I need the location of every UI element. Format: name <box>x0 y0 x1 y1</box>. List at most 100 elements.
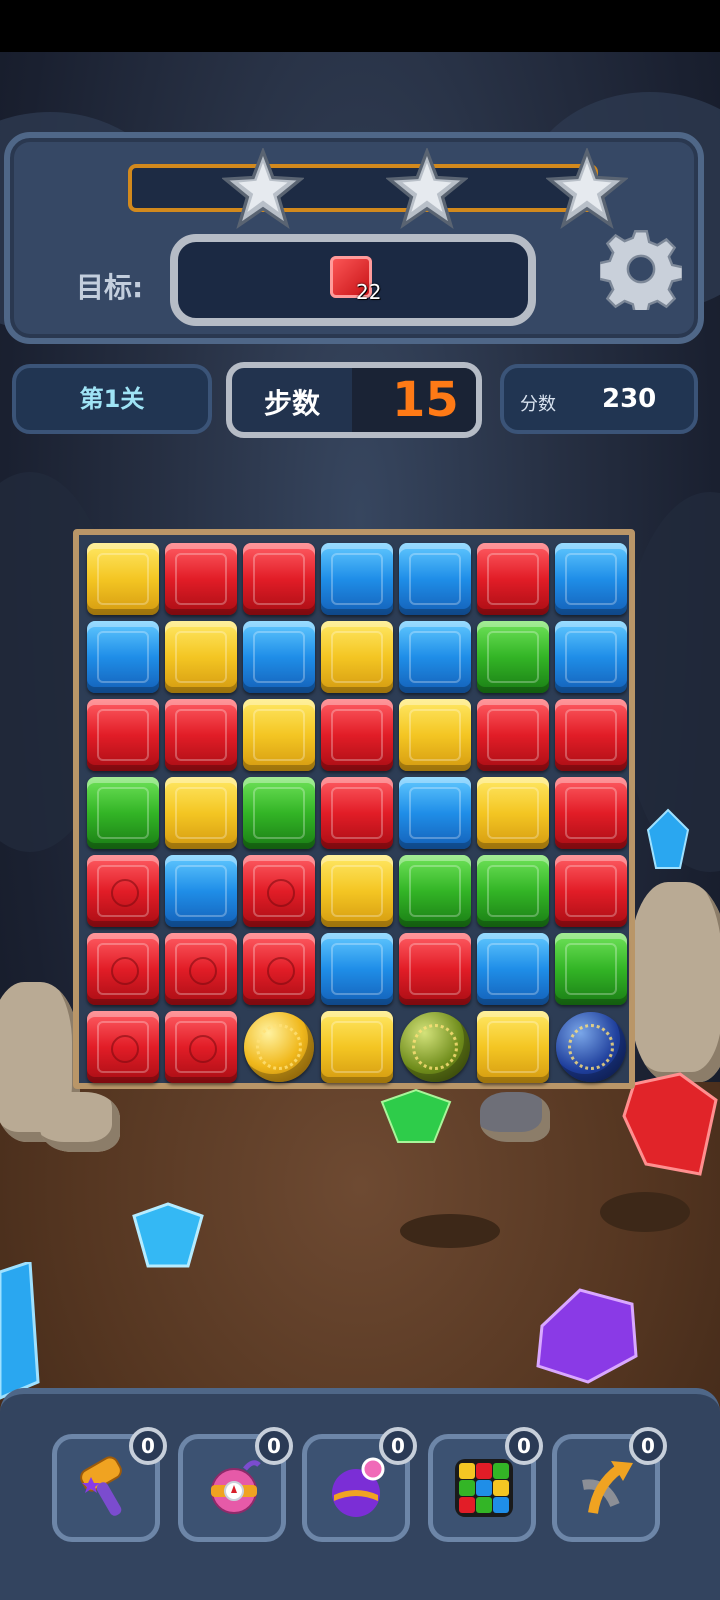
ground-hole <box>600 1192 690 1232</box>
board-cell[interactable] <box>162 852 240 930</box>
green-gem-block <box>243 777 315 849</box>
board-cell[interactable] <box>396 1008 474 1086</box>
blue-gem-block <box>87 621 159 693</box>
board-cell[interactable] <box>318 696 396 774</box>
board-cell[interactable] <box>396 852 474 930</box>
board-cell[interactable] <box>240 852 318 930</box>
board-cell[interactable] <box>552 696 630 774</box>
settings-gear-icon[interactable] <box>600 228 682 310</box>
board-cell[interactable] <box>396 774 474 852</box>
board-cell[interactable] <box>240 1008 318 1086</box>
board-cell[interactable] <box>162 774 240 852</box>
board-cell[interactable] <box>474 774 552 852</box>
board-cell[interactable] <box>240 540 318 618</box>
board-cell[interactable] <box>474 696 552 774</box>
board-cell[interactable] <box>552 618 630 696</box>
board-cell[interactable] <box>318 774 396 852</box>
red-gem-block <box>555 855 627 927</box>
board-cell[interactable] <box>474 540 552 618</box>
board-cell[interactable] <box>162 1008 240 1086</box>
bomb-mark-icon <box>111 957 139 985</box>
green-gem-block <box>87 777 159 849</box>
board-cell[interactable] <box>240 696 318 774</box>
board-cell[interactable] <box>396 696 474 774</box>
board-cell[interactable] <box>474 1008 552 1086</box>
board-cell[interactable] <box>162 618 240 696</box>
board-cell[interactable] <box>552 852 630 930</box>
board-cell[interactable] <box>474 618 552 696</box>
board-cell[interactable] <box>84 618 162 696</box>
booster-rubik-cube[interactable]: 0 <box>428 1427 543 1542</box>
blue-gem-block <box>399 621 471 693</box>
rubik-cube-icon <box>455 1459 513 1517</box>
green-gem-block <box>477 621 549 693</box>
blue-gem-block <box>399 543 471 615</box>
board-cell[interactable] <box>162 930 240 1008</box>
olive-ornament-ball-icon <box>400 1012 470 1082</box>
board-cell[interactable] <box>318 930 396 1008</box>
yellow-gem-block <box>243 699 315 771</box>
target-box: 22 <box>170 234 536 326</box>
board-cell[interactable] <box>162 540 240 618</box>
board-cell[interactable] <box>474 930 552 1008</box>
booster-hammer[interactable]: 0 <box>52 1427 167 1542</box>
board-cell[interactable] <box>240 930 318 1008</box>
green-gem-block <box>477 855 549 927</box>
target-label: 目标: <box>76 271 144 304</box>
blue-gem-block <box>555 543 627 615</box>
green-crystal-icon <box>380 1088 452 1143</box>
board-cell[interactable] <box>240 618 318 696</box>
board-cell[interactable] <box>84 540 162 618</box>
blue-gem-block <box>243 621 315 693</box>
board-cell[interactable] <box>162 696 240 774</box>
booster-ball[interactable]: 0 <box>302 1427 417 1542</box>
board-cell[interactable] <box>318 540 396 618</box>
gold-ornament-ball-icon <box>244 1012 314 1082</box>
score-progress-bar <box>128 164 598 212</box>
red-gem-block <box>243 855 315 927</box>
boulder <box>630 882 720 1082</box>
blue-crystal-icon <box>0 1262 40 1400</box>
board-cell[interactable] <box>84 696 162 774</box>
board-cell[interactable] <box>396 540 474 618</box>
red-gem-block <box>243 933 315 1005</box>
boulder <box>480 1092 550 1142</box>
board-cell[interactable] <box>474 852 552 930</box>
board-cell[interactable] <box>84 1008 162 1086</box>
board-cell[interactable] <box>84 930 162 1008</box>
blue-gem-block <box>555 621 627 693</box>
star-3-icon <box>546 148 628 230</box>
status-bar <box>0 0 720 52</box>
board-cell[interactable] <box>552 774 630 852</box>
booster-swap[interactable]: 0 <box>552 1427 667 1542</box>
yellow-gem-block <box>477 777 549 849</box>
bomb-mark-icon <box>189 1035 217 1063</box>
board-cell[interactable] <box>318 852 396 930</box>
red-crystal-icon <box>622 1072 718 1176</box>
booster-count-badge: 0 <box>629 1427 667 1465</box>
yellow-gem-block <box>477 1011 549 1083</box>
bomb-mark-icon <box>189 957 217 985</box>
blue-crystal-icon <box>132 1202 204 1268</box>
star-1-icon <box>222 148 304 230</box>
board-cell[interactable] <box>396 618 474 696</box>
booster-count-badge: 0 <box>505 1427 543 1465</box>
yellow-gem-block <box>165 621 237 693</box>
board-cell[interactable] <box>240 774 318 852</box>
board-cell[interactable] <box>318 618 396 696</box>
booster-bar: 0 0 0 0 0 <box>0 1388 720 1600</box>
board-cell[interactable] <box>552 540 630 618</box>
board-cell[interactable] <box>552 930 630 1008</box>
booster-bomb[interactable]: 0 <box>178 1427 293 1542</box>
board-cell[interactable] <box>552 1008 630 1086</box>
board-cell[interactable] <box>84 774 162 852</box>
blue-gem-block <box>165 855 237 927</box>
moves-value: 15 <box>392 372 459 428</box>
yellow-gem-block <box>321 855 393 927</box>
board-cell[interactable] <box>84 852 162 930</box>
board-cell[interactable] <box>396 930 474 1008</box>
yellow-gem-block <box>165 777 237 849</box>
board-cell[interactable] <box>318 1008 396 1086</box>
target-count: 22 <box>356 280 382 304</box>
score-label: 分数 <box>520 394 556 415</box>
